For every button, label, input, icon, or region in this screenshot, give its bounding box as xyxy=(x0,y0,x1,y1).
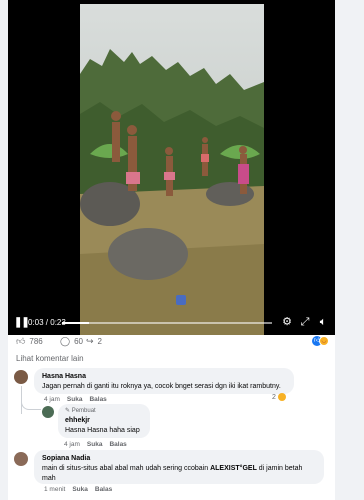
video-frame[interactable] xyxy=(80,4,264,335)
comment-author[interactable]: ehhekjr xyxy=(65,416,143,426)
gear-icon[interactable]: ⚙ xyxy=(280,315,294,329)
center-play-icon[interactable] xyxy=(176,295,186,305)
like-link[interactable]: Suka xyxy=(87,441,103,448)
time-display: 0:03 / 0:23 xyxy=(28,318,66,327)
video-controls: ❚❚ 0:03 / 0:23 ⚙ ⤢ 🔈︎ xyxy=(8,311,335,335)
comment-time[interactable]: 4 jam xyxy=(64,441,80,448)
reaction-bar: 👍︎ 786 ◯ 60 ↪ 2 👍︎ ◡ xyxy=(8,335,335,349)
avatar[interactable] xyxy=(14,452,28,466)
reply-link[interactable]: Balas xyxy=(109,441,126,448)
share-action[interactable]: ↪ 2 xyxy=(86,336,102,347)
comment-time[interactable]: 1 menit xyxy=(44,486,65,493)
page-scrollbar[interactable] xyxy=(350,0,364,500)
comment-author[interactable]: Sopiana Nadia xyxy=(42,454,316,464)
haha-icon xyxy=(277,393,286,401)
comment-meta: 4 jam Suka Balas xyxy=(44,396,107,403)
comment-text: main di situs-situs abal abal mah udah s… xyxy=(42,464,316,484)
author-badge-label: Pembuat xyxy=(71,408,96,414)
comment-text: Jagan pernah di ganti itu roknya ya, coc… xyxy=(42,383,281,390)
pause-icon[interactable]: ❚❚ xyxy=(14,316,30,330)
comment-bubble: ✎ Pembuat ehhekjr Hasna Hasna haha siap xyxy=(58,404,150,438)
comment-text-part: main di situs-situs abal abal mah udah s… xyxy=(42,465,211,472)
thread-curve xyxy=(21,400,41,410)
comment-meta: 4 jam Suka Balas xyxy=(64,441,127,448)
share-icon: ↪ xyxy=(86,336,94,346)
comment-text: Hasna Hasna haha siap xyxy=(65,427,140,434)
reply-link[interactable]: Balas xyxy=(89,396,106,403)
like-link[interactable]: Suka xyxy=(67,396,83,403)
video-player[interactable]: ❚❚ 0:03 / 0:23 ⚙ ⤢ 🔈︎ xyxy=(8,0,335,335)
haha-badge-icon: ◡ xyxy=(319,336,329,346)
comment-item: Sopiana Nadia main di situs-situs abal a… xyxy=(14,450,334,496)
like-action[interactable]: 👍︎ 786 xyxy=(16,336,43,347)
like-link[interactable]: Suka xyxy=(72,486,88,493)
share-count: 2 xyxy=(97,337,102,346)
comment-icon: ◯ xyxy=(60,336,71,346)
progress-bar[interactable] xyxy=(62,322,272,324)
thumbs-up-icon: 👍︎ xyxy=(16,336,26,346)
comment-meta: 1 menit Suka Balas xyxy=(44,486,112,493)
expand-icon[interactable]: ⤢ xyxy=(298,315,312,329)
more-comments-link[interactable]: Lihat komentar lain xyxy=(16,354,84,363)
author-badge: ✎ Pembuat xyxy=(65,408,96,414)
comment-reactions[interactable]: 2 xyxy=(272,393,286,401)
comment-bubble: Hasna Hasna Jagan pernah di ganti itu ro… xyxy=(34,368,294,394)
comment-action[interactable]: ◯ 60 xyxy=(60,336,83,347)
avatar[interactable] xyxy=(42,406,54,418)
reaction-count: 2 xyxy=(272,393,276,401)
reaction-badges[interactable]: 👍︎ ◡ xyxy=(312,336,329,346)
like-count: 786 xyxy=(29,337,43,346)
page: ❚❚ 0:03 / 0:23 ⚙ ⤢ 🔈︎ 👍︎ 786 ◯ 60 ↪ 2 👍︎… xyxy=(0,0,364,500)
video-scene xyxy=(80,4,264,335)
comment-count: 60 xyxy=(74,337,83,346)
comment-bubble: Sopiana Nadia main di situs-situs abal a… xyxy=(34,450,324,484)
progress-fill xyxy=(62,322,90,324)
comment-time[interactable]: 4 jam xyxy=(44,396,60,403)
reply-link[interactable]: Balas xyxy=(95,486,112,493)
volume-icon[interactable]: 🔈︎ xyxy=(316,315,330,329)
comment-author[interactable]: Hasna Hasna xyxy=(42,372,286,382)
post-card: ❚❚ 0:03 / 0:23 ⚙ ⤢ 🔈︎ 👍︎ 786 ◯ 60 ↪ 2 👍︎… xyxy=(8,0,335,500)
comment-text-bold: ALEXIST°GEL xyxy=(210,465,257,472)
reply-item: ✎ Pembuat ehhekjr Hasna Hasna haha siap … xyxy=(14,400,334,452)
avatar[interactable] xyxy=(14,370,28,384)
